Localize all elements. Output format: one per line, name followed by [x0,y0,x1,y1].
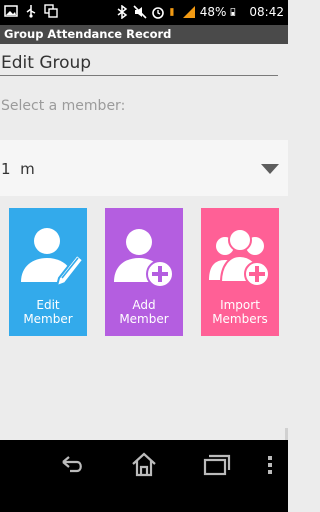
import-members-label: Import Members [201,298,279,326]
clock: 08:42 [249,5,284,19]
navigation-bar [0,440,288,512]
image-icon [4,5,18,17]
alarm-icon [151,7,164,19]
usb-icon [26,5,36,18]
battery-level-icon [231,8,236,16]
selected-member: 1 m [1,160,35,178]
add-member-label-line1: Add [132,298,156,312]
recents-icon[interactable] [201,450,231,480]
back-icon[interactable] [57,450,87,480]
edit-member-button[interactable]: Edit Member [9,208,87,336]
edit-member-label-line2: Member [23,312,73,326]
member-dropdown[interactable]: 1 m [0,140,288,196]
app-title: Group Attendance Record [4,27,172,41]
group-name-value: Edit Group [1,53,92,73]
action-bar: Group Attendance Record [0,25,288,44]
import-members-label-line1: Import [220,298,260,312]
group-name-field[interactable]: Edit Group [0,48,278,76]
import-members-icon [209,228,270,287]
menu-icon[interactable] [263,450,277,480]
mute-icon [133,5,147,19]
battery-icon [170,8,174,16]
add-member-button[interactable]: Add Member [105,208,183,336]
copy-icon [44,4,58,18]
signal-icon [182,6,195,18]
select-member-label: Select a member: [1,98,126,114]
add-member-icon [114,229,174,288]
edit-member-label-line1: Edit [36,298,60,312]
status-bar: 48% 08:42 [0,0,288,25]
main-content: Edit Group Select a member: 1 m Edit Mem… [0,44,288,484]
dropdown-arrow-icon [261,164,279,174]
add-member-label: Add Member [105,298,183,326]
home-icon[interactable] [129,450,159,480]
battery-percent: 48% [199,5,227,19]
edit-member-icon [21,228,85,288]
import-members-label-line2: Members [212,312,268,326]
import-members-button[interactable]: Import Members [201,208,279,336]
edit-member-label: Edit Member [9,298,87,326]
bluetooth-icon [117,5,127,19]
add-member-label-line2: Member [119,312,169,326]
